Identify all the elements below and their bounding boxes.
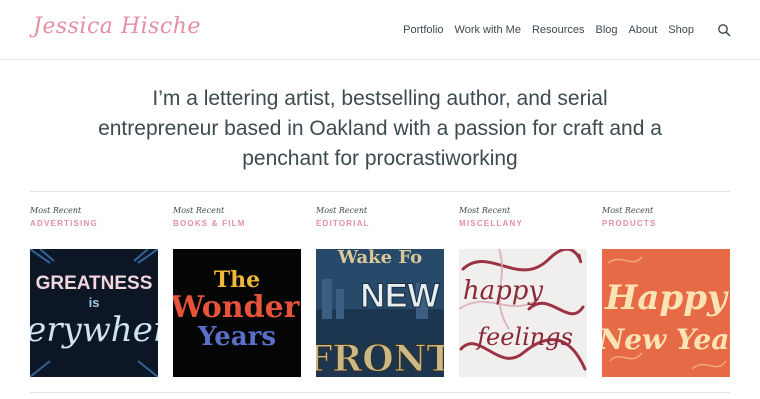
thumb-text-1: Wake Fo [337,249,422,268]
recent-miscellany: Most Recent MISCELLANY happy feelings [459,206,587,377]
recent-advertising: Most Recent ADVERTISING GREATNESS is eve… [30,206,158,377]
thumb-text-2: feelings [475,323,573,351]
products-thumbnail[interactable]: Happy New Yea [602,249,730,377]
thumb-text-1: GREATNESS [36,273,153,294]
nav-resources[interactable]: Resources [532,24,585,36]
kicker-label: Most Recent [459,206,511,215]
category-link[interactable]: BOOKS & FILM [173,219,301,228]
thumb-text-1: Happy [604,278,729,318]
category-link[interactable]: MISCELLANY [459,219,587,228]
nav-shop[interactable]: Shop [668,24,694,36]
thumb-text-3: FRONT [316,338,444,377]
intro-line-2: entrepreneur based in Oakland with a pas… [98,117,662,140]
main-nav: Portfolio Work with Me Resources Blog Ab… [403,24,694,36]
category-link[interactable]: ADVERTISING [30,219,158,228]
kicker-label: Most Recent [30,206,82,215]
thumb-text-2: NEW [360,277,440,315]
thumb-text-2: New Yea [602,323,729,356]
miscellany-thumbnail[interactable]: happy feelings [459,249,587,377]
kicker-label: Most Recent [173,206,225,215]
nav-work-with-me[interactable]: Work with Me [455,24,521,36]
kicker-label: Most Recent [602,206,654,215]
recent-products: Most Recent PRODUCTS Happy New Yea [602,206,730,377]
thumb-text-2: Wonder [173,290,301,325]
category-link[interactable]: EDITORIAL [316,219,444,228]
divider-bottom [30,392,730,393]
intro-statement: I’m a lettering artist, bestselling auth… [60,84,700,174]
search-icon[interactable] [717,23,731,37]
divider-top [30,191,730,192]
thumb-text-2: is [89,295,100,310]
category-link[interactable]: PRODUCTS [602,219,730,228]
kicker-label: Most Recent [316,206,368,215]
thumb-text-3: Years [197,322,276,352]
site-logo[interactable]: Jessica Hische [33,14,201,39]
advertising-thumbnail[interactable]: GREATNESS is everywhere [30,249,158,377]
editorial-thumbnail[interactable]: Wake Fo NEW FRONT [316,249,444,377]
site-header: Jessica Hische Portfolio Work with Me Re… [0,0,760,60]
nav-portfolio[interactable]: Portfolio [403,24,443,36]
intro-line-3: penchant for procrastiworking [242,147,518,170]
thumb-text-1: happy [463,276,544,306]
intro-line-1: I’m a lettering artist, bestselling auth… [152,87,608,110]
recent-books-film: Most Recent BOOKS & FILM The Wonder Year… [173,206,301,377]
nav-blog[interactable]: Blog [596,24,618,36]
nav-about[interactable]: About [629,24,658,36]
recent-editorial: Most Recent EDITORIAL Wake Fo NEW FRONT [316,206,444,377]
thumb-text-3: everywhere [30,310,158,350]
books-film-thumbnail[interactable]: The Wonder Years [173,249,301,377]
